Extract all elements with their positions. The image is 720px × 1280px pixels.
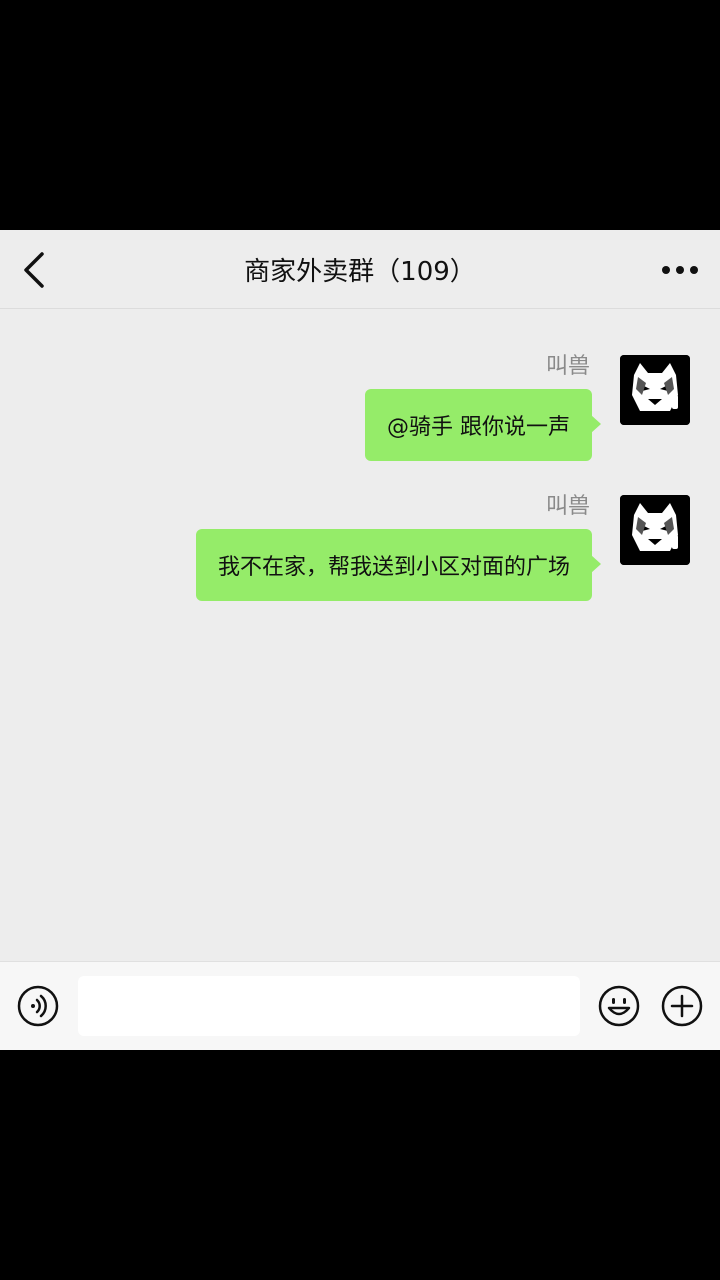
avatar[interactable] — [620, 355, 690, 425]
voice-button[interactable] — [16, 984, 60, 1028]
plus-icon — [661, 985, 703, 1027]
message-bubble[interactable]: @骑手 跟你说一声 — [365, 389, 601, 461]
chat-screen: 商家外卖群（109） 叫兽 @骑手 跟你说一声 叫兽 我不在家，帮我送到小区对面… — [0, 230, 720, 1050]
avatar[interactable] — [620, 495, 690, 565]
input-bar — [0, 961, 720, 1050]
page-title: 商家外卖群（109） — [244, 256, 476, 287]
sender-name: 叫兽 — [545, 354, 590, 379]
message-input[interactable] — [78, 976, 580, 1036]
chevron-left-icon — [24, 252, 44, 288]
more-dots-icon — [662, 266, 670, 274]
navigation-bar: 商家外卖群（109） — [0, 230, 720, 309]
emoji-icon — [598, 985, 640, 1027]
more-dot — [690, 266, 698, 274]
voice-icon — [17, 985, 59, 1027]
husky-avatar-icon — [620, 355, 690, 425]
message-bubble[interactable]: 我不在家，帮我送到小区对面的广场 — [195, 529, 602, 601]
more-functions-button[interactable] — [660, 984, 704, 1028]
sender-name: 叫兽 — [545, 494, 590, 519]
more-dot — [676, 266, 684, 274]
back-button[interactable] — [14, 250, 54, 290]
husky-avatar-icon — [620, 495, 690, 565]
more-button[interactable] — [658, 254, 702, 286]
emoji-button[interactable] — [597, 984, 641, 1028]
